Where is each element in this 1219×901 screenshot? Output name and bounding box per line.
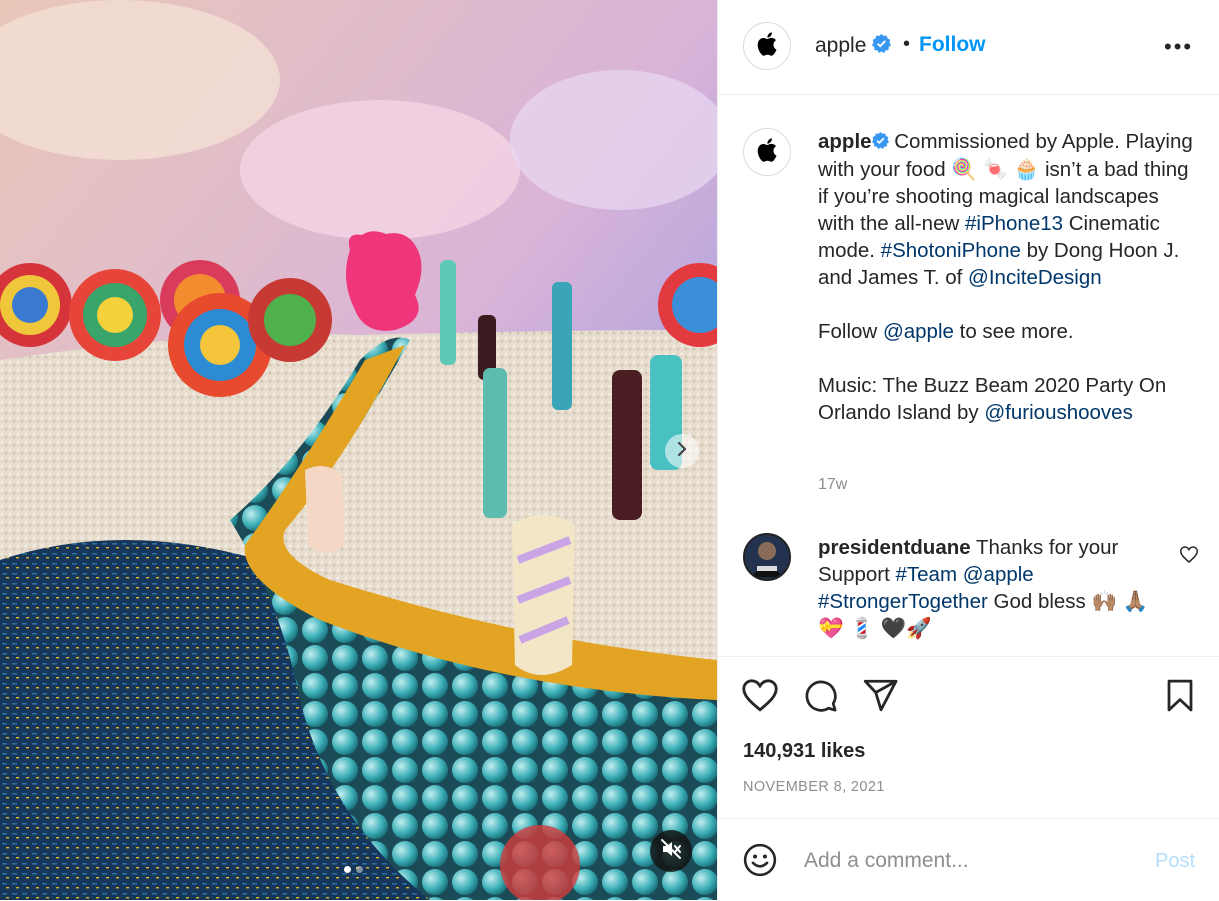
post-caption: apple Commissioned by Apple. Playing wit… <box>818 128 1193 426</box>
comment-emoji: 💝 💈 🖤🚀 <box>818 617 932 640</box>
like-comment-button[interactable] <box>1179 546 1199 568</box>
hashtag-link[interactable]: #StrongerTogether <box>818 590 988 613</box>
apple-logo-icon <box>757 137 777 167</box>
save-button[interactable] <box>1165 679 1195 717</box>
post-age[interactable]: 17w <box>818 476 847 494</box>
apple-logo-icon <box>757 31 777 61</box>
profile-photo-icon <box>745 535 789 579</box>
bookmark-icon <box>1165 679 1195 716</box>
next-slide-button[interactable] <box>665 434 699 468</box>
comment-button[interactable] <box>803 679 839 718</box>
caption-username[interactable]: apple <box>818 130 872 153</box>
carousel-dot <box>356 866 363 873</box>
avatar[interactable] <box>743 22 791 70</box>
speech-bubble-icon <box>803 680 839 717</box>
smiley-icon <box>743 843 777 881</box>
mention-link[interactable]: @apple <box>963 563 1034 586</box>
add-comment-bar: Post <box>718 818 1219 901</box>
hashtag-link[interactable]: #iPhone13 <box>965 212 1063 235</box>
avatar[interactable] <box>743 533 791 581</box>
more-options-button[interactable]: ••• <box>1164 34 1193 60</box>
carousel-indicator <box>344 866 363 873</box>
header-username[interactable]: apple <box>815 34 892 59</box>
heart-icon <box>742 679 778 716</box>
share-button[interactable] <box>863 679 899 717</box>
chevron-right-icon <box>675 441 689 461</box>
emoji-picker-button[interactable] <box>743 843 777 882</box>
caption-text: to see more. <box>953 320 1074 344</box>
comment-input[interactable] <box>802 845 1136 877</box>
post-media[interactable] <box>0 0 717 900</box>
post-header: apple • Follow ••• <box>718 0 1219 95</box>
mute-button[interactable] <box>650 830 692 872</box>
speaker-muted-icon <box>660 838 682 865</box>
mention-link[interactable]: @furioushooves <box>984 401 1132 424</box>
post-details-panel: apple • Follow ••• apple Commissioned by… <box>717 0 1219 900</box>
username[interactable]: apple <box>815 34 866 57</box>
comment: presidentduane Thanks for your Support #… <box>818 534 1163 642</box>
post-date: NOVEMBER 8, 2021 <box>743 779 885 795</box>
hashtag-link[interactable]: #Team <box>896 563 958 586</box>
verified-badge-icon <box>872 34 892 59</box>
likes-count[interactable]: 140,931 likes <box>743 740 865 763</box>
carousel-dot <box>344 866 351 873</box>
like-button[interactable] <box>742 679 778 717</box>
candy-landscape-image <box>0 0 717 900</box>
separator-dot: • <box>903 33 911 55</box>
caption-text: Follow <box>818 320 883 344</box>
verified-badge-icon <box>871 129 889 156</box>
mention-link[interactable]: @InciteDesign <box>968 266 1102 289</box>
paper-plane-icon <box>863 679 899 716</box>
comment-username[interactable]: presidentduane <box>818 536 971 559</box>
hashtag-link[interactable]: #ShotoniPhone <box>881 239 1021 262</box>
post-comment-button[interactable]: Post <box>1155 850 1195 873</box>
avatar[interactable] <box>743 128 791 176</box>
heart-icon <box>1179 546 1199 567</box>
comment-text: God bless 🙌🏽 🙏🏽 <box>987 590 1149 613</box>
follow-button[interactable]: Follow <box>919 33 986 57</box>
mention-link[interactable]: @apple <box>883 320 954 343</box>
